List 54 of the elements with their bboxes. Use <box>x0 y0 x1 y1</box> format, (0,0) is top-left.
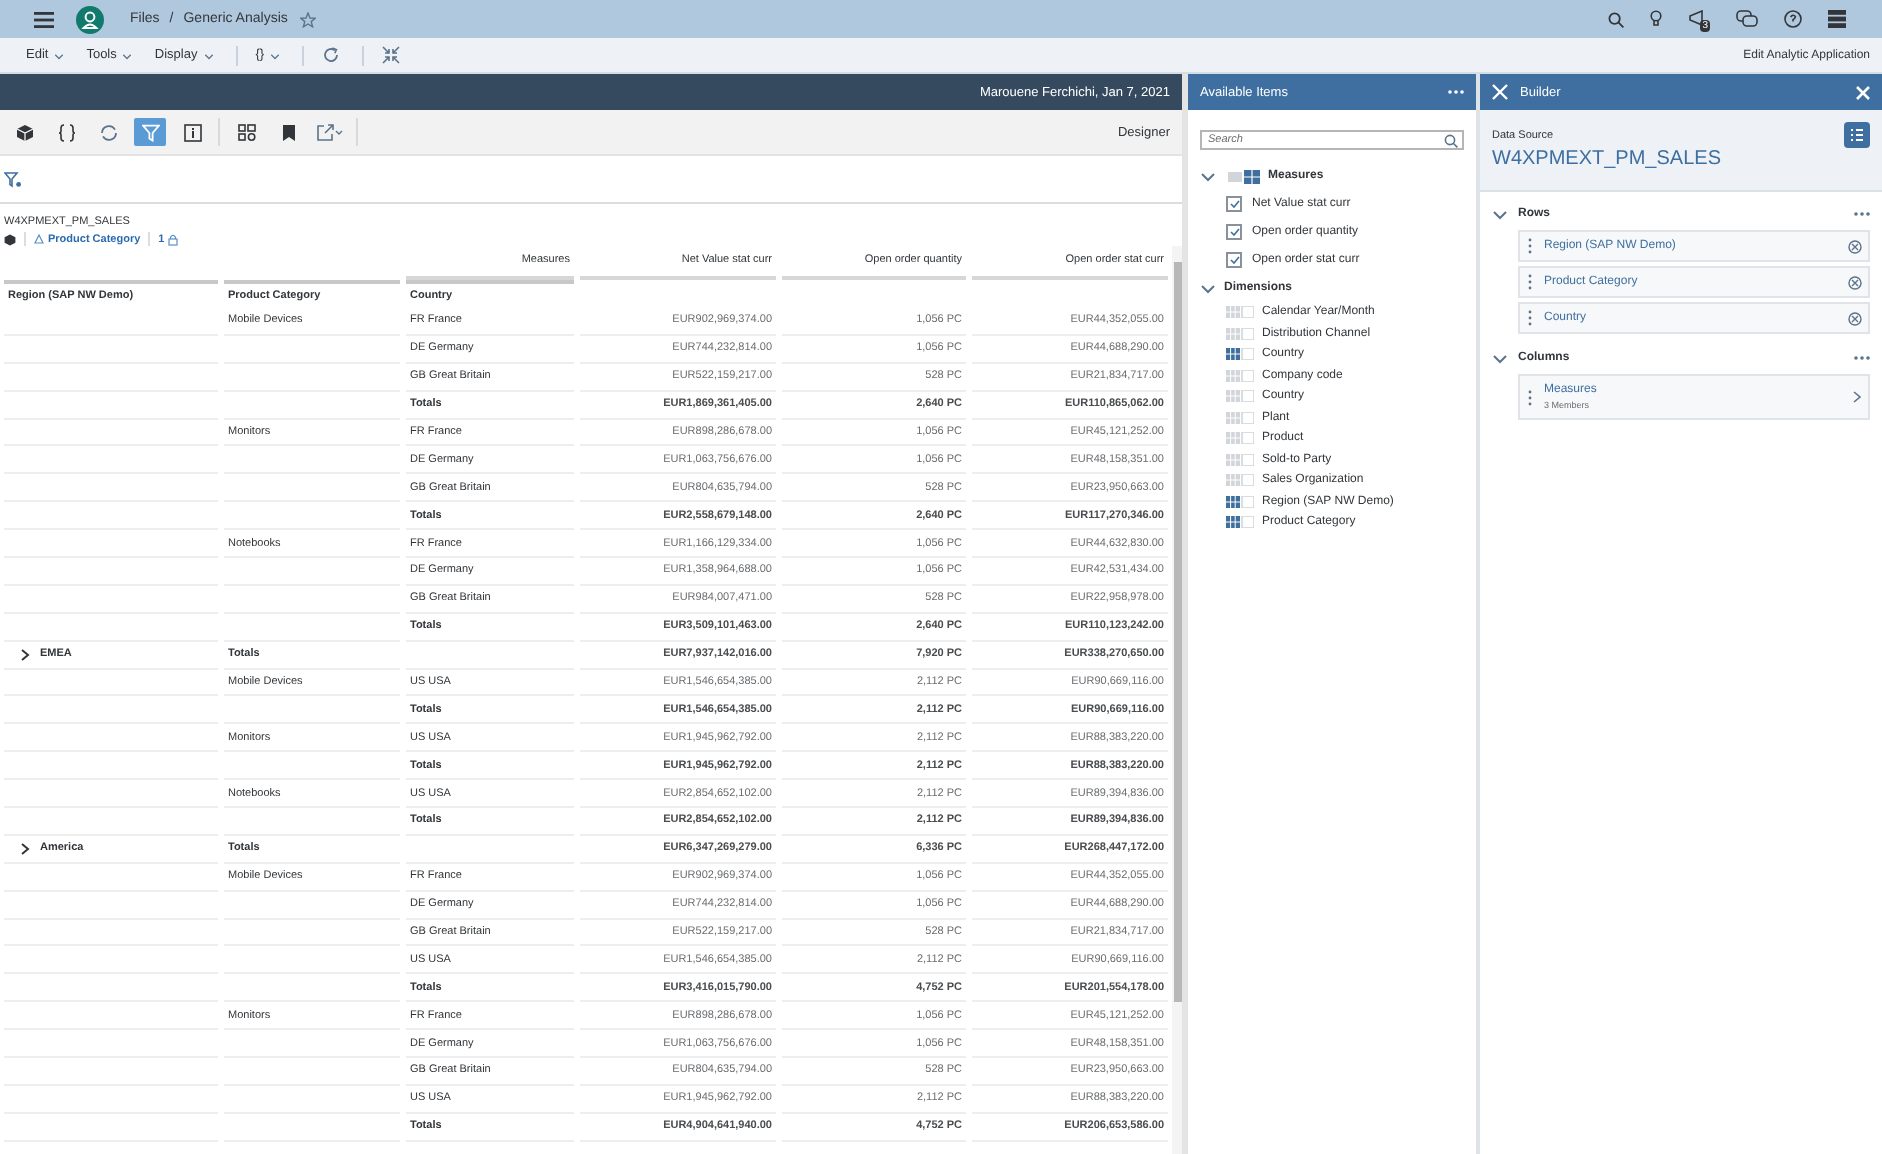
cube-icon <box>4 233 16 245</box>
help-icon[interactable] <box>1784 10 1802 28</box>
caret-icon <box>122 51 133 59</box>
collapse-arrows-icon[interactable] <box>382 46 401 64</box>
checkbox[interactable] <box>1226 196 1242 212</box>
checkmark-icon <box>1229 200 1239 208</box>
measure-icon <box>1228 169 1260 183</box>
chevron-down-icon <box>1200 282 1216 294</box>
close-icon[interactable] <box>1856 85 1870 99</box>
menu-icon[interactable] <box>34 11 54 27</box>
drag-handle-icon <box>1528 238 1532 254</box>
caret-icon <box>54 51 65 59</box>
lightbulb-icon[interactable] <box>1650 10 1663 28</box>
chevron-right-icon <box>20 647 30 662</box>
lock-icon <box>168 233 179 245</box>
refresh-icon[interactable] <box>322 46 341 64</box>
triangle-icon <box>34 234 44 244</box>
search-icon <box>1444 134 1458 148</box>
megaphone-icon[interactable] <box>1688 10 1709 28</box>
cube-icon <box>15 123 33 141</box>
braces-icon <box>57 123 75 141</box>
chevron-down-icon <box>1200 170 1216 182</box>
bookmark-icon <box>279 123 297 141</box>
remove-icon[interactable] <box>1848 239 1862 253</box>
chevron-right-icon[interactable] <box>1852 390 1862 404</box>
chevron-down-icon <box>1492 207 1508 219</box>
checkmark-icon <box>1229 228 1239 236</box>
avatar-icon[interactable] <box>76 5 104 33</box>
share-icon <box>316 123 344 141</box>
data-source-name: W4XPMEXT_PM_SALES <box>1492 148 1723 174</box>
table-settings-icon <box>237 123 255 141</box>
chevron-down-icon <box>1492 351 1508 363</box>
data-source-button[interactable] <box>1844 122 1870 148</box>
info-icon <box>183 123 201 141</box>
filter-icon <box>141 123 159 141</box>
remove-icon[interactable] <box>1848 311 1862 325</box>
remove-icon[interactable] <box>1848 275 1862 289</box>
scrollbar[interactable] <box>1172 246 1182 1154</box>
checkmark-icon <box>1229 256 1239 264</box>
chat-icon[interactable] <box>1736 10 1758 28</box>
refresh-icon <box>99 123 117 141</box>
drag-handle-icon <box>1528 274 1532 290</box>
checkbox[interactable] <box>1226 252 1242 268</box>
checkbox[interactable] <box>1226 224 1242 240</box>
search-icon[interactable] <box>1608 11 1625 27</box>
chevron-right-icon <box>20 841 30 856</box>
grid-menu-icon[interactable] <box>1828 10 1846 28</box>
drag-handle-icon <box>1528 310 1532 326</box>
filter-icon[interactable] <box>4 171 22 187</box>
caret-icon <box>203 51 214 59</box>
star-icon[interactable] <box>299 11 316 27</box>
drag-handle-icon <box>1528 389 1532 405</box>
list-icon <box>1850 128 1864 142</box>
caret-icon <box>270 51 281 59</box>
